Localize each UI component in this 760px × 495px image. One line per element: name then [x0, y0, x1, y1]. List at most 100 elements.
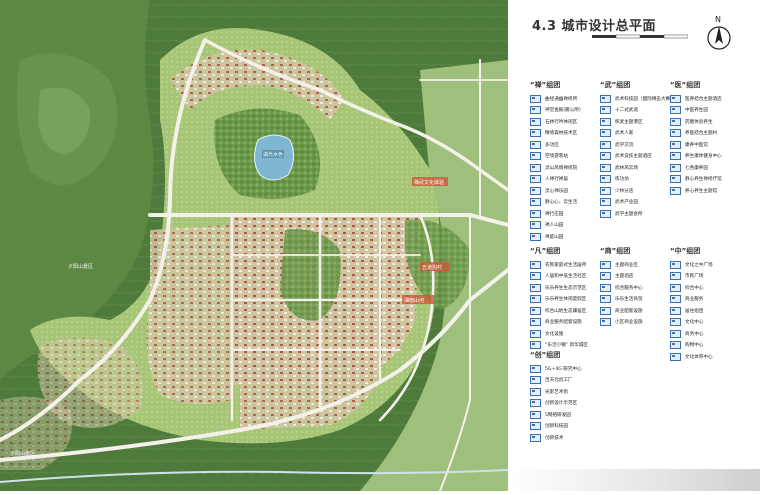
legend-item: 文化之中广场: [670, 259, 713, 271]
swatch-icon: [530, 106, 541, 115]
legend-item: 武术人家: [600, 128, 675, 140]
legend-item: 练功坊: [600, 174, 675, 186]
footer-gradient: [508, 469, 760, 491]
legend-item: 乐乐生活商贸: [600, 294, 643, 306]
legend-item: 武术产业园: [600, 197, 675, 209]
swatch-icon: [670, 186, 681, 195]
group-title: “中”组团: [670, 247, 701, 255]
swatch-icon: [530, 329, 541, 338]
swatch-icon: [600, 260, 611, 269]
legend-item: 医养结合主题酒店: [670, 93, 722, 105]
legend-item: 养医结合主题村: [670, 128, 722, 140]
legend-item: 七色康养园: [670, 162, 722, 174]
legend-item: 综合服务中心: [600, 282, 643, 294]
swatch-icon: [600, 175, 611, 184]
legend-item: 多功区: [530, 139, 581, 151]
swatch-icon: [600, 283, 611, 292]
legend-item: 石林行吟休闲区: [530, 116, 581, 128]
swatch-icon: [600, 163, 611, 172]
legend-item: 商业服务配套设施: [530, 317, 588, 329]
swatch-icon: [530, 221, 541, 230]
village-east-label: 五道沟村: [422, 264, 442, 271]
legend-group-zhong: “中”组团 文化之中广场 市民广场 综合中心 商业服务 居住组团 文化中心 商务…: [670, 246, 713, 363]
legend-item: 武术科技园（国际搏击大赛）: [600, 93, 675, 105]
legend-item: 静心心、云生活: [530, 197, 581, 209]
legend-item: 曲径通幽禅修所: [530, 93, 581, 105]
swatch-icon: [670, 283, 681, 292]
swatch-icon: [600, 152, 611, 161]
group-title: “禅”组团: [530, 81, 561, 89]
legend-item: 中医养生园: [670, 105, 722, 117]
legend-item: 创新科技园: [530, 421, 582, 433]
legend-item: 文化体育中心: [670, 351, 713, 363]
legend-item: 十二式武道: [600, 105, 675, 117]
legend-item: 购物中心: [670, 340, 713, 352]
swatch-icon: [530, 410, 541, 419]
swatch-icon: [530, 140, 541, 149]
swatch-icon: [670, 329, 681, 338]
legend-item: 5网络研发园: [530, 409, 582, 421]
swatch-icon: [670, 129, 681, 138]
swatch-icon: [530, 283, 541, 292]
swatch-icon: [600, 209, 611, 218]
legend-item: 武林风云场: [600, 162, 675, 174]
swatch-icon: [670, 306, 681, 315]
swatch-icon: [530, 422, 541, 431]
swatch-icon: [600, 186, 611, 195]
legend-item: 综合山地生态康居区: [530, 305, 588, 317]
master-plan-map: 湖光水色 夕阳山景区 夕阳山景区 禅武文化体验 五道沟村 湘南山河: [0, 0, 510, 492]
legend-item: 灵山风情禅修院: [530, 162, 581, 174]
legend-item: 主题商业区: [600, 259, 643, 271]
swatch-icon: [600, 140, 611, 149]
legend-group-chan: “禅”组团 曲径通幽禅修所 神堂金殿(雁公所) 石林行吟休闲区 精修森林技术区 …: [530, 80, 581, 243]
legend-group-chuang: “创”组团 5G+4G 研究中心 吕天北创工厂 光影艺术街 创新设计示范区 5网…: [530, 350, 582, 444]
legend-item: 创新技术: [530, 432, 582, 444]
swatch-icon: [670, 260, 681, 269]
legend-item: 养心养生主题馆: [670, 185, 722, 197]
swatch-icon: [670, 163, 681, 172]
swatch-icon: [530, 94, 541, 103]
legend-item: 居住组团: [670, 305, 713, 317]
legend-item: 文化中心: [670, 317, 713, 329]
legend-group-shang: “商”组团 主题商业区 主题酒店 综合服务中心 乐乐生活商贸 商业配套设施 小区…: [600, 246, 643, 328]
legend-item: 药膳体验养生: [670, 116, 722, 128]
swatch-icon: [530, 186, 541, 195]
legend-item: 商业服务: [670, 294, 713, 306]
swatch-icon: [600, 272, 611, 281]
swatch-icon: [670, 152, 681, 161]
swatch-icon: [670, 318, 681, 327]
swatch-icon: [600, 198, 611, 207]
swatch-icon: [670, 94, 681, 103]
southwest-blocks: [146, 225, 232, 404]
legend-item: 创新设计示范区: [530, 398, 582, 410]
legend-item: 主题酒店: [600, 271, 643, 283]
swatch-icon: [530, 364, 541, 373]
legend-item: 武学主题会所: [600, 208, 675, 220]
legend-item: 养生康体健身中心: [670, 151, 722, 163]
swatch-icon: [670, 175, 681, 184]
swatch-icon: [670, 106, 681, 115]
swatch-icon: [600, 117, 611, 126]
swatch-icon: [530, 175, 541, 184]
swatch-icon: [600, 318, 611, 327]
legend-item: 武术竞技主题酒店: [600, 151, 675, 163]
legend-item: 乐乐养生休闲度假区: [530, 294, 588, 306]
legend-item: 禅人山园: [530, 220, 581, 232]
swatch-icon: [530, 209, 541, 218]
legend-panel: 4.3 城市设计总平面 N “禅”组团 曲径通幽禅修所 神堂金殿(雁公所) 石林…: [508, 0, 760, 491]
legend-group-yi: “医”组团 医养结合主题酒店 中医养生园 药膳体验养生 养医结合主题村 康养中医…: [670, 80, 722, 197]
swatch-icon: [530, 318, 541, 327]
legend-item: 人禅行禅居: [530, 174, 581, 186]
legend-item: 文化设施: [530, 328, 588, 340]
swatch-icon: [530, 433, 541, 442]
group-title: “医”组团: [670, 81, 701, 89]
legend-item: 空境游客站: [530, 151, 581, 163]
legend-item: 5G+4G 研究中心: [530, 363, 582, 375]
swatch-icon: [530, 163, 541, 172]
legend-item: 人居和中低生活社区: [530, 271, 588, 283]
legend-item: 小区商业设施: [600, 317, 643, 329]
legend-item: 精修森林技术区: [530, 128, 581, 140]
legend-item: 静心养生禅修疗馆: [670, 174, 722, 186]
legend-item: 农民家庭式生活居所: [530, 259, 588, 271]
swatch-icon: [600, 295, 611, 304]
